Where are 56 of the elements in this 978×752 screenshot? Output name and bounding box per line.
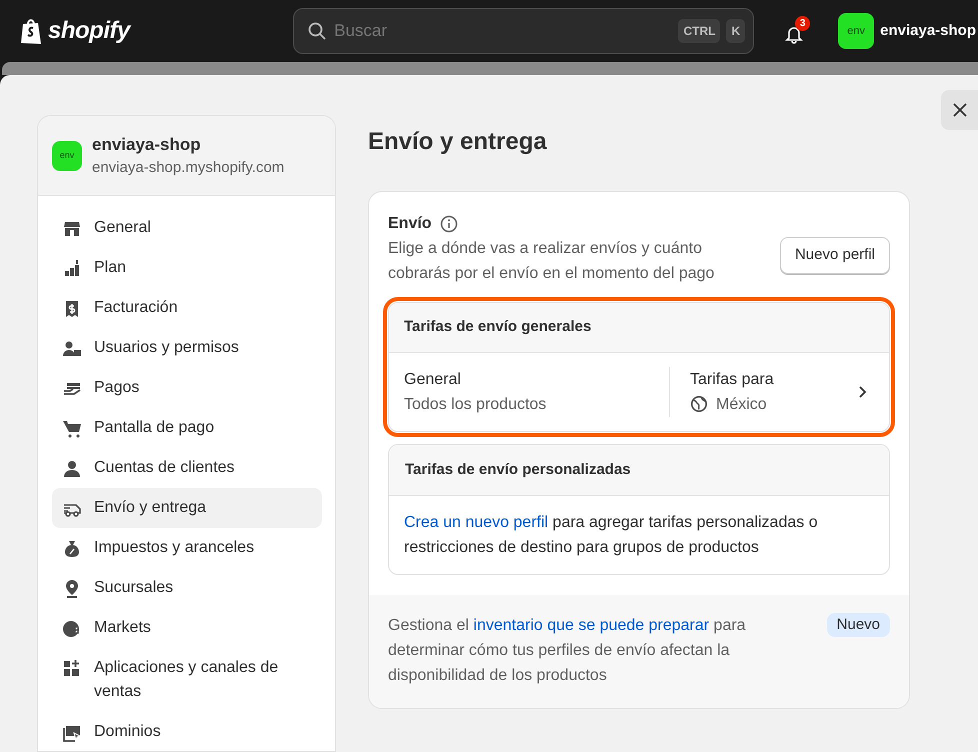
store-name: enviaya-shop	[92, 134, 202, 156]
sidebar-item[interactable]: Facturación	[52, 288, 322, 328]
inventory-link[interactable]: inventario que se puede preparar	[473, 617, 710, 634]
search-input[interactable]: Buscar	[326, 17, 672, 45]
notifications-button[interactable]: 3	[782, 14, 812, 48]
store-domain: enviaya-shop.myshopify.com	[92, 158, 284, 178]
sidebar-item[interactable]: Plan	[52, 248, 322, 288]
chevron-right-icon	[858, 384, 868, 398]
store-avatar: env	[52, 140, 82, 170]
users-icon	[62, 339, 82, 359]
sidebar-item[interactable]: Impuestos y aranceles	[52, 528, 322, 568]
section-heading: Tarifas de envío generales	[389, 303, 889, 352]
new-profile-button[interactable]: Nuevo perfil	[780, 237, 890, 274]
domain-window-icon	[62, 723, 82, 743]
logo-wordmark[interactable]: shopify	[48, 13, 130, 49]
keyboard-key: CTRL	[678, 19, 720, 43]
section-title: Envío	[388, 214, 432, 234]
globe-icon	[690, 395, 708, 413]
section-heading: Tarifas de envío personalizadas	[389, 444, 889, 496]
sidebar-item[interactable]: Cuentas de clientes	[52, 448, 322, 488]
zone-name: México	[716, 394, 767, 414]
sidebar-item[interactable]: Pantalla de pago	[52, 408, 322, 448]
info-icon[interactable]	[440, 215, 458, 233]
rates-label: Tarifas para	[690, 370, 775, 390]
store-icon	[62, 219, 82, 239]
cart-icon	[62, 419, 82, 439]
money-bag-icon	[62, 539, 82, 559]
steps-icon	[62, 259, 82, 279]
sidebar-item[interactable]: Markets	[52, 608, 322, 648]
shopping-bag-icon	[20, 17, 44, 45]
keyboard-key: K	[726, 19, 746, 43]
page-title: Envío y entrega	[368, 127, 548, 157]
search-icon	[308, 22, 326, 40]
sidebar-item[interactable]: Sucursales	[52, 568, 322, 608]
inventory-note: Gestiona el inventario que se puede preparar para determinar cómo tus perfiles de envío afectan la disponibilidad de los productos	[388, 616, 747, 686]
close-icon	[952, 102, 968, 118]
sidebar-item[interactable]: General	[52, 208, 322, 248]
sidebar-item[interactable]: Envío y entrega	[52, 488, 322, 528]
sidebar-item[interactable]: Aplicaciones y canales de ventas	[52, 648, 322, 712]
custom-rates-text: Crea un nuevo perfil para agregar tarifas personalizadas o restricciones de destino para grupos de productos	[403, 513, 819, 558]
sidebar-item[interactable]: Usuarios y permisos	[52, 328, 322, 368]
store-name[interactable]: enviaya-shop	[880, 20, 976, 42]
close-button[interactable]	[941, 90, 978, 130]
create-profile-link[interactable]: Crea un nuevo perfil	[404, 514, 548, 531]
shipping-profile-row[interactable]: General Todos los productos Tarifas para México	[389, 352, 889, 430]
new-badge: Nuevo	[826, 613, 890, 637]
person-icon	[62, 459, 82, 479]
profile-detail: Todos los productos	[404, 394, 548, 414]
profile-name: General	[404, 370, 462, 390]
section-description: Elige a dónde vas a realizar envíos y cuánto cobrarás por el envío en el momento del pago	[388, 239, 716, 284]
notification-count: 3	[795, 16, 810, 31]
sidebar-item[interactable]: Dominios	[52, 712, 322, 751]
store-avatar[interactable]: env	[838, 13, 874, 49]
sidebar-item[interactable]: Pagos	[52, 368, 322, 408]
search-field[interactable]: Buscar CTRL K	[293, 8, 754, 54]
apps-icon	[62, 659, 82, 679]
